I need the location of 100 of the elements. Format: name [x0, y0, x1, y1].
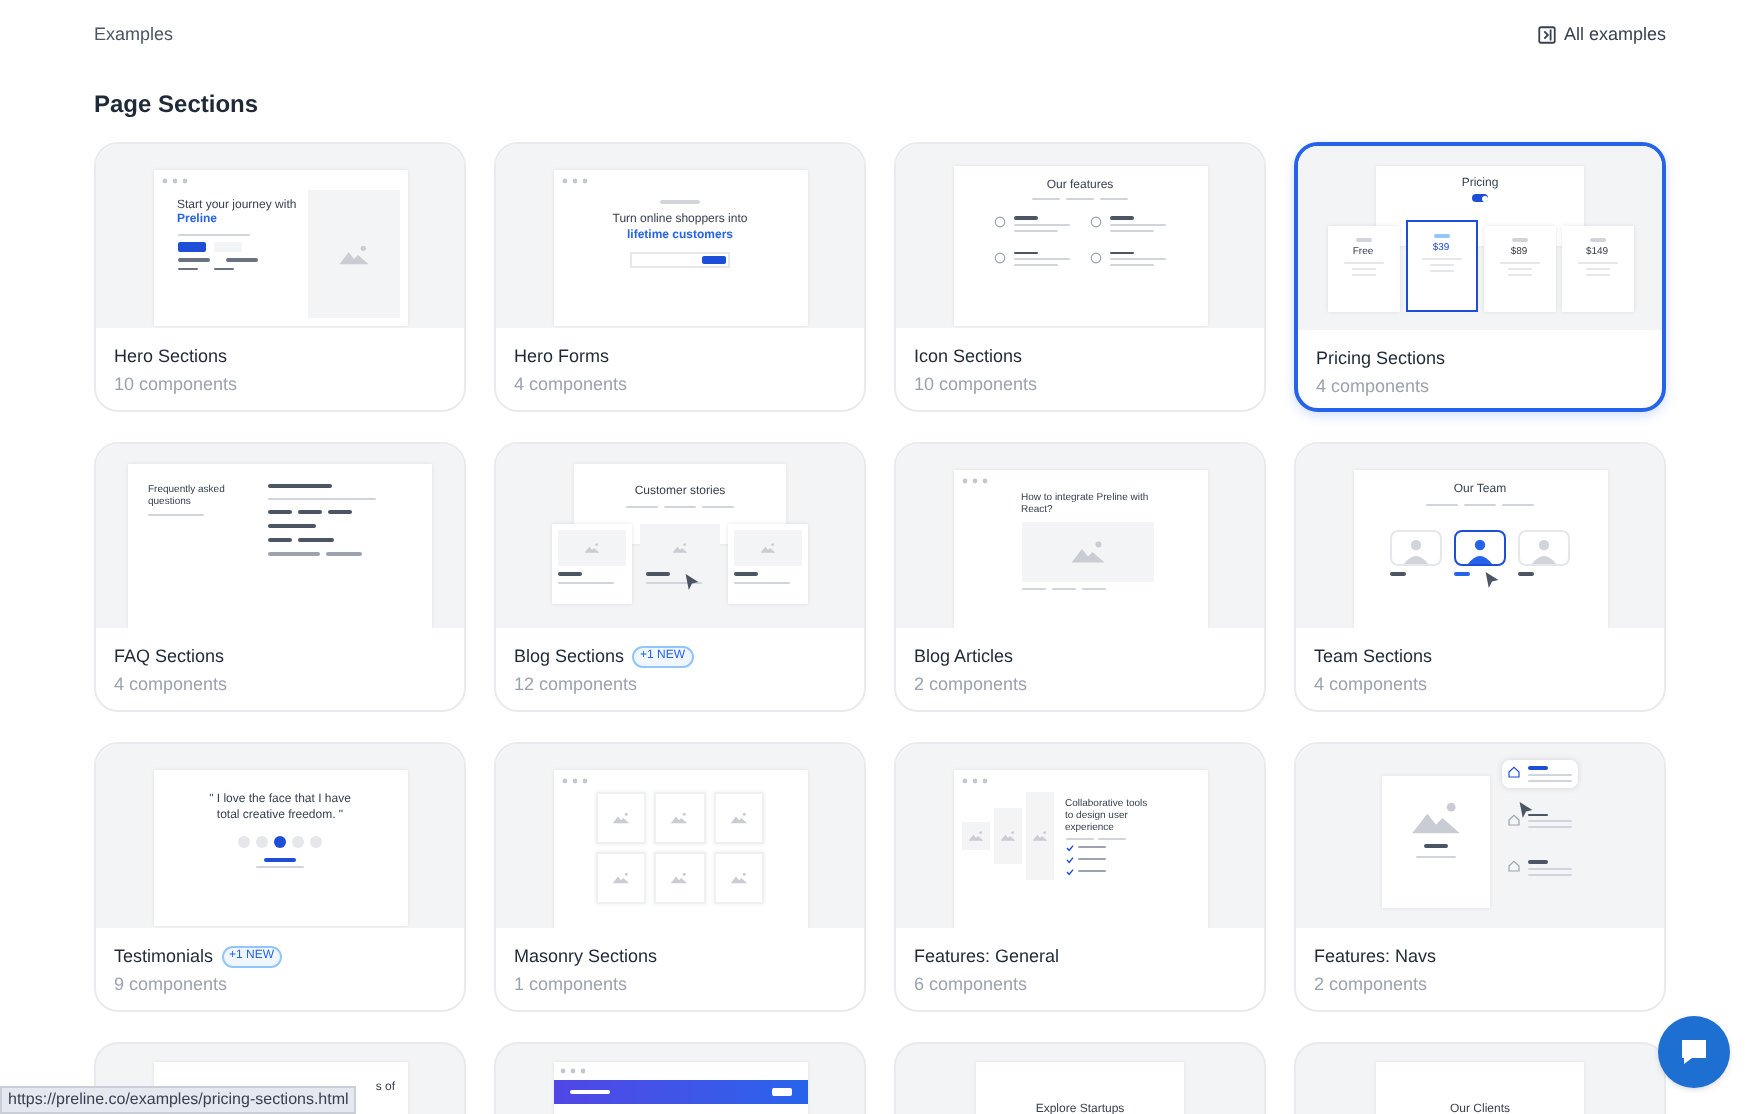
placeholder-line — [1110, 264, 1154, 266]
image-placeholder-icon — [672, 542, 688, 554]
placeholder-line — [626, 506, 658, 508]
placeholder-line — [256, 865, 304, 867]
placeholder-line — [734, 572, 758, 575]
placeholder-line — [1424, 844, 1448, 848]
component-count: 6 components — [914, 972, 1030, 996]
card-title: Blog Articles — [914, 644, 1014, 668]
component-count: 4 components — [114, 672, 230, 696]
feature-icon — [1090, 251, 1102, 263]
placeholder-line — [1014, 258, 1070, 260]
component-count: 4 components — [1316, 374, 1432, 398]
all-examples-link[interactable]: All examples — [1537, 22, 1666, 46]
image-placeholder-icon — [1069, 540, 1105, 564]
placeholder-line — [1528, 873, 1572, 875]
breadcrumb: Examples — [94, 22, 174, 46]
card-title: Features: General — [914, 944, 1060, 968]
placeholder-line — [660, 200, 700, 204]
placeholder-line — [1014, 229, 1058, 231]
component-count: 10 components — [914, 372, 1040, 396]
placeholder-line — [268, 498, 376, 500]
component-count: 2 components — [1314, 972, 1430, 996]
placeholder-line — [1528, 779, 1572, 781]
placeholder-line — [268, 484, 332, 488]
section-card[interactable]: Masonry Sections 1 components — [494, 742, 866, 1012]
component-count: 2 components — [914, 672, 1030, 696]
placeholder-line — [1416, 856, 1456, 858]
placeholder-line — [1066, 198, 1094, 200]
card-title: Pricing Sections — [1316, 346, 1446, 370]
card-title: Blog Sections — [514, 644, 625, 668]
cursor-icon — [684, 572, 700, 592]
card-title: Hero Sections — [114, 344, 228, 368]
window-dots-icon — [161, 178, 189, 184]
image-placeholder-icon — [1410, 800, 1462, 836]
placeholder-line — [1077, 869, 1105, 873]
placeholder-line — [1528, 867, 1572, 869]
placeholder-line — [264, 858, 296, 861]
image-placeholder-icon — [730, 812, 749, 824]
placeholder-line — [1110, 216, 1134, 219]
placeholder-line — [702, 506, 734, 508]
component-count: 4 components — [1314, 672, 1430, 696]
feature-icon — [994, 216, 1006, 228]
window-dots-icon — [961, 478, 989, 484]
placeholder-line — [298, 510, 322, 514]
placeholder-line — [268, 510, 292, 514]
placeholder-line — [1014, 216, 1038, 219]
placeholder-line — [1077, 857, 1105, 861]
card-title: Icon Sections — [914, 344, 1023, 368]
component-count: 12 components — [514, 672, 640, 696]
placeholder-line — [268, 538, 292, 542]
component-count: 1 components — [514, 972, 630, 996]
placeholder-line — [148, 514, 204, 516]
placeholder-line — [326, 552, 362, 556]
component-count: 10 components — [114, 372, 240, 396]
placeholder-line — [1528, 860, 1548, 863]
window-dots-icon — [961, 778, 989, 784]
card-title: Features: Navs — [1314, 944, 1437, 968]
person-icon — [1402, 536, 1430, 564]
placeholder-line — [328, 510, 352, 514]
image-placeholder-icon — [584, 542, 600, 554]
chat-icon — [1678, 1036, 1710, 1068]
person-icon — [1466, 536, 1494, 564]
nav-icon — [1508, 813, 1520, 825]
section-card[interactable]: Features: Navs 2 components — [1294, 742, 1666, 1012]
image-placeholder-icon — [611, 872, 630, 884]
placeholder-line — [1081, 588, 1105, 590]
nav-icon — [1508, 766, 1520, 778]
placeholder-line — [1502, 504, 1534, 506]
placeholder-line — [1528, 773, 1572, 775]
section-heading: Page Sections — [92, 88, 261, 120]
image-placeholder-icon — [611, 812, 630, 824]
placeholder-line — [558, 581, 614, 583]
placeholder-line — [1528, 826, 1572, 828]
placeholder-line — [177, 268, 197, 270]
placeholder-line — [1110, 258, 1166, 260]
placeholder-line — [1014, 223, 1070, 225]
placeholder-line — [1110, 229, 1154, 231]
image-placeholder-icon — [1031, 830, 1047, 842]
chat-button[interactable] — [1658, 1016, 1730, 1088]
image-placeholder-icon — [999, 830, 1015, 842]
placeholder-line — [177, 258, 209, 262]
placeholder-line — [1014, 264, 1058, 266]
placeholder-line — [1065, 837, 1093, 839]
window-dots-icon — [561, 778, 589, 784]
placeholder-line — [1032, 198, 1060, 200]
placeholder-line — [1426, 504, 1458, 506]
image-placeholder-icon — [670, 812, 689, 824]
card-title: FAQ Sections — [114, 644, 225, 668]
placeholder-line — [298, 538, 334, 542]
placeholder-line — [1464, 504, 1496, 506]
placeholder-line — [213, 268, 233, 270]
placeholder-line — [1528, 813, 1548, 816]
image-placeholder-icon — [337, 243, 369, 265]
image-placeholder-icon — [760, 542, 776, 554]
card-title: Team Sections — [1314, 644, 1433, 668]
placeholder-line — [1100, 198, 1128, 200]
placeholder-line — [558, 572, 582, 575]
placeholder-line — [225, 258, 257, 262]
placeholder-line — [1110, 223, 1166, 225]
placeholder-line — [177, 234, 249, 236]
